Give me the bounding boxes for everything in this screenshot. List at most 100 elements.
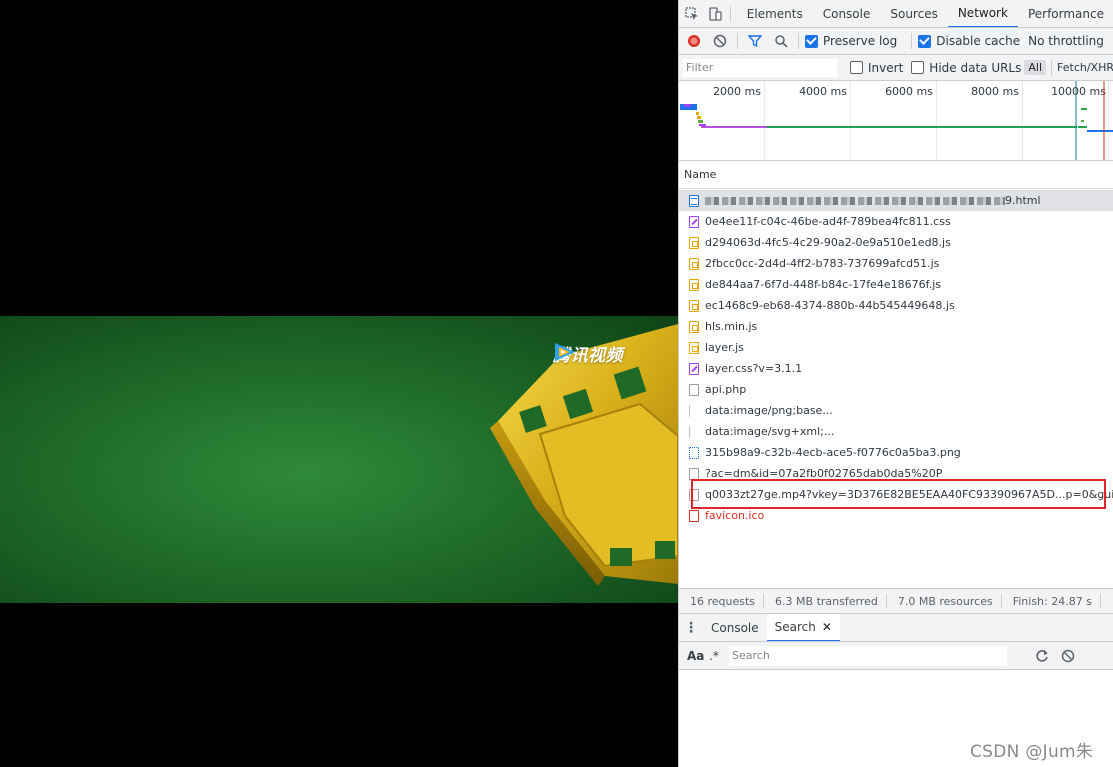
hide-data-urls-label[interactable]: Hide data URLs [929,61,1021,75]
request-row[interactable]: de844aa7-6f7d-448f-b84c-17fe4e18676f.js [679,274,1113,295]
request-name: 315b98a9-c32b-4ecb-ace5-f0776c0a5ba3.png [705,446,961,459]
request-name: data:image/png;base... [705,404,833,417]
file-js-icon [689,341,699,354]
request-row[interactable]: ec1468c9-eb68-4374-880b-44b545449648.js [679,295,1113,316]
video-frame: 腾讯视频 [0,316,678,603]
file-js-icon [689,236,699,249]
request-row[interactable]: layer.js [679,337,1113,358]
regex-button[interactable]: .* [709,649,729,663]
status-bar: 16 requests 6.3 MB transferred 7.0 MB re… [679,588,1113,614]
timeline-waterfall [680,81,1113,160]
network-toolbar: Preserve log Disable cache No throttling [679,28,1113,55]
filter-all-chip[interactable]: All [1024,60,1047,75]
dom-content-loaded: DOM [1101,595,1113,608]
file-css-icon [689,215,699,228]
video-player[interactable]: 腾讯视频 [0,0,678,767]
inspect-element-icon[interactable] [683,3,701,25]
request-row[interactable]: hls.min.js [679,316,1113,337]
filter-fetch-xhr[interactable]: Fetch/XHR [1057,61,1113,74]
file-js-icon [689,299,699,312]
file-other-icon [689,383,699,396]
network-overview-timeline[interactable]: 2000 ms 4000 ms 6000 ms 8000 ms 10000 ms [679,81,1113,161]
request-table-header: Name [679,161,1113,189]
filter-bar: Invert Hide data URLs All Fetch/XHR [679,55,1113,81]
request-name: favicon.ico [705,509,765,522]
file-img-icon [689,446,699,459]
tencent-video-logo: 腾讯视频 [553,341,623,366]
device-toolbar-icon[interactable] [705,3,723,25]
request-row[interactable]: data:image/png;base... [679,400,1113,421]
request-row-mp4[interactable]: q0033zt27ge.mp4?vkey=3D376E82BE5EAA40FC9… [679,484,1113,505]
preserve-log-label[interactable]: Preserve log [823,34,897,48]
throttling-select[interactable]: No throttling [1028,34,1104,48]
preserve-log-checkbox[interactable] [805,34,818,48]
file-data-icon [689,404,699,417]
request-name: d294063d-4fc5-4c29-90a2-0e9a510e1ed8.js [705,236,951,249]
hide-data-urls-checkbox[interactable] [911,61,925,74]
drawer-tab-search-label: Search [774,619,816,634]
divider [798,33,799,49]
clear-icon[interactable] [709,30,731,52]
tab-network[interactable]: Network [947,0,1018,27]
request-name: ?ac=dm&id=07a2fb0f02765dab0da5%20P [705,467,943,480]
drawer-tab-console[interactable]: Console [703,614,767,641]
close-icon[interactable]: ✕ [822,620,832,634]
request-row[interactable]: layer.css?v=3.1.1 [679,358,1113,379]
request-name: layer.js [705,341,744,354]
drawer-tab-bar: ⋮ Console Search ✕ [679,614,1113,642]
request-name: data:image/svg+xml;... [705,425,835,438]
divider [911,33,913,49]
disable-cache-label[interactable]: Disable cache [936,34,1020,48]
column-header-name[interactable]: Name [679,168,716,181]
divider [737,33,738,49]
search-icon[interactable] [770,30,792,52]
file-other-icon [689,467,699,480]
devtools-panel: Elements Console Sources Network Perform… [678,0,1113,767]
request-name: ec1468c9-eb68-4374-880b-44b545449648.js [705,299,955,312]
disable-cache-checkbox[interactable] [918,34,932,48]
request-row[interactable]: 9.html [679,190,1113,211]
request-row[interactable]: ?ac=dm&id=07a2fb0f02765dab0da5%20P [679,463,1113,484]
request-row[interactable]: 315b98a9-c32b-4ecb-ace5-f0776c0a5ba3.png [679,442,1113,463]
resources-size: 7.0 MB resources [897,594,993,608]
play-logo-icon [555,343,575,361]
file-error-icon [689,509,699,522]
request-name: hls.min.js [705,320,758,333]
filter-input[interactable] [683,58,838,77]
file-other-icon [689,488,699,501]
tab-elements[interactable]: Elements [737,0,813,27]
request-name: layer.css?v=3.1.1 [705,362,803,375]
match-case-button[interactable]: Aa [679,649,709,663]
more-options-icon[interactable]: ⋮ [679,620,703,636]
tab-console[interactable]: Console [813,0,881,27]
invert-checkbox[interactable] [850,61,864,74]
invert-label[interactable]: Invert [868,61,903,75]
request-name: 0e4ee11f-c04c-46be-ad4f-789bea4fc811.css [705,215,951,228]
tab-performance[interactable]: Performance [1018,0,1113,27]
request-name: 2fbcc0cc-2d4d-4ff2-b783-737699afcd51.js [705,257,940,270]
divider [729,5,731,22]
search-input[interactable] [729,645,1007,666]
clear-search-icon[interactable] [1057,645,1079,667]
request-row[interactable]: favicon.ico [679,505,1113,526]
request-name: 9.html [1005,194,1041,207]
devtools-tab-bar: Elements Console Sources Network Perform… [679,0,1113,28]
tab-sources[interactable]: Sources [880,0,947,27]
request-row[interactable]: api.php [679,379,1113,400]
record-icon[interactable] [683,30,705,52]
refresh-icon[interactable] [1031,645,1053,667]
request-count: 16 requests [690,594,756,608]
request-row[interactable]: 0e4ee11f-c04c-46be-ad4f-789bea4fc811.css [679,211,1113,232]
request-row[interactable]: data:image/svg+xml;... [679,421,1113,442]
request-row[interactable]: 2fbcc0cc-2d4d-4ff2-b783-737699afcd51.js [679,253,1113,274]
request-list: 9.html 0e4ee11f-c04c-46be-ad4f-789bea4fc8… [679,190,1113,526]
screen: 腾讯视频 Elements Console Sources Network Pe… [0,0,1113,767]
request-name: api.php [705,383,747,396]
file-css-icon [689,362,699,375]
file-data-icon [689,425,699,438]
request-name: de844aa7-6f7d-448f-b84c-17fe4e18676f.js [705,278,942,291]
filter-icon[interactable] [744,30,766,52]
request-row[interactable]: d294063d-4fc5-4c29-90a2-0e9a510e1ed8.js [679,232,1113,253]
request-name: q0033zt27ge.mp4?vkey=3D376E82BE5EAA40FC9… [705,488,1113,501]
drawer-tab-search[interactable]: Search ✕ [766,614,840,641]
